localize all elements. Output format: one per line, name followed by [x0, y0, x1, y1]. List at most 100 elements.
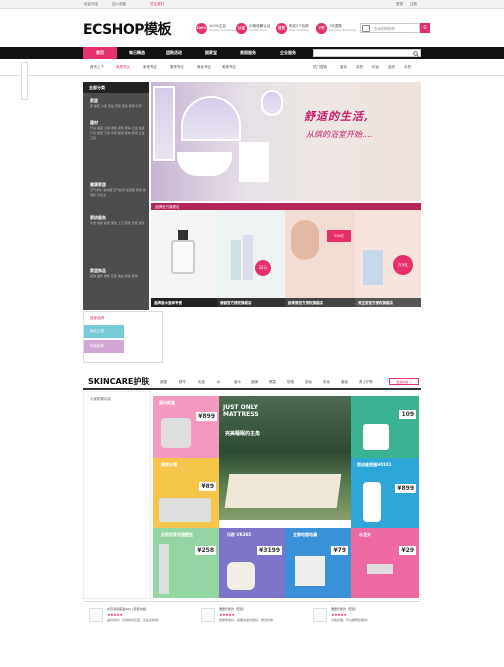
- product-tile[interactable]: JUST ONLY MATTRESS 完美睡眠的主角: [219, 396, 351, 520]
- tile-title: 全钢电镀地漏: [293, 532, 317, 537]
- product-tile[interactable]: 厨房水槽 ¥89: [153, 458, 219, 528]
- review-thumb[interactable]: [89, 608, 103, 622]
- register-link[interactable]: 注册: [410, 2, 417, 7]
- review-thumb[interactable]: [201, 608, 215, 622]
- floor-tab[interactable]: 卸妆: [305, 380, 312, 385]
- cert-icon: 认证: [236, 22, 247, 34]
- review-card[interactable]: 雅居乐新款（套装） ★★★★★ 价格合理，可以推荐给朋友！: [313, 606, 423, 644]
- brand-tab[interactable]: 推荐品牌: [84, 312, 124, 325]
- product-tile[interactable]: 水龙头 ¥29: [351, 528, 419, 598]
- banner-cabinet: [239, 142, 269, 182]
- floor-tab[interactable]: 彩妆: [323, 380, 330, 385]
- follow-us-link[interactable]: 关注我们: [150, 2, 164, 7]
- hot-search-item[interactable]: 连衣: [388, 65, 395, 70]
- tile-title: 厨房水槽: [161, 462, 177, 467]
- cart-label: 去我的购物车: [374, 26, 395, 31]
- product-tile[interactable]: 109: [351, 396, 419, 458]
- promo-perfume[interactable]: [151, 210, 217, 298]
- promo-caption[interactable]: 倩碧官方授权旗舰店: [217, 298, 285, 307]
- tile-subtitle: 完美睡眠的主角: [225, 431, 261, 437]
- review-text: 价格合理，可以推荐给朋友！: [331, 618, 371, 622]
- nav-daily[interactable]: 每日精选: [120, 47, 154, 59]
- floor-tab[interactable]: 男士护肤: [359, 380, 373, 385]
- badge-return: 7天 7天退换 Delivery Shipping: [316, 21, 356, 35]
- tile-price: ¥3199: [257, 546, 282, 555]
- hero-banner[interactable]: 舒适的生活, 从缤的浴室开始....: [151, 82, 421, 201]
- nav-beauty[interactable]: 美丽服务: [231, 47, 265, 59]
- promo-caption[interactable]: 资生堂官方授权旗舰店: [355, 298, 421, 307]
- promo-caption[interactable]: 品牌香水直邮专营: [151, 298, 217, 307]
- tile-price: ¥899: [196, 412, 217, 421]
- nav-home[interactable]: 首页: [83, 47, 117, 59]
- nav-home-treasure[interactable]: 图家宝: [194, 47, 228, 59]
- nav-search-input[interactable]: [313, 49, 421, 57]
- more-button[interactable]: 更多护肤 >: [389, 378, 419, 385]
- floor-tab[interactable]: 面膜: [251, 380, 258, 385]
- floor-tab[interactable]: 精华: [179, 380, 186, 385]
- promo-price: 32元: [255, 260, 271, 276]
- review-card[interactable]: 雅居乐新款（套装） ★★★★★ 质量非常好，客服态度也很好，物流也快: [201, 606, 311, 644]
- subnav-item[interactable]: 服饰专区: [170, 65, 184, 70]
- category-items[interactable]: 清洗 维修 搬家 保洁 上门 装修 安装 家政: [90, 221, 146, 226]
- badge-cert: 认证 ID致信解认证 Certification: [236, 21, 270, 35]
- subnav-item[interactable]: 家电专区: [143, 65, 157, 70]
- floor-tab[interactable]: 套装: [341, 380, 348, 385]
- badge-shipping: 退货 购买2个包邮 Free shipping: [276, 21, 309, 35]
- brand-row[interactable]: 新品上架: [84, 325, 124, 338]
- floor-tab[interactable]: 防晒: [287, 380, 294, 385]
- promo-loreal[interactable]: 328元: [285, 210, 355, 298]
- cart-icon: [362, 25, 370, 32]
- brand-row[interactable]: 热卖推荐: [84, 340, 124, 353]
- subnav-item[interactable]: 首页上个: [90, 65, 104, 70]
- review-card[interactable]: 北京墨镜保温(Kb) (安装书籍) ★★★★★ 是好评好！好用的好东西，还是全新…: [89, 606, 199, 644]
- hot-search-item[interactable]: 香奈: [340, 65, 347, 70]
- subnav-item[interactable]: 家居专区: [116, 65, 130, 70]
- nav-group[interactable]: 团购活动: [157, 47, 191, 59]
- hot-search-item[interactable]: 化妆: [372, 65, 379, 70]
- hot-search-item[interactable]: 耳机: [356, 65, 363, 70]
- review-product[interactable]: 北京墨镜保温(Kb) (安装书籍): [107, 607, 147, 611]
- promo-caption[interactable]: 欧莱雅官方授权旗舰店: [285, 298, 355, 307]
- tile-price: ¥29: [399, 546, 416, 555]
- cart-count[interactable]: 0: [420, 23, 430, 33]
- tile-price: ¥89: [199, 482, 216, 491]
- promo-price: 万元礼: [393, 255, 413, 275]
- site-logo[interactable]: ECSHOP模板: [83, 19, 172, 39]
- hot-search-item[interactable]: 手机: [404, 65, 411, 70]
- subnav-item[interactable]: 美妆专区: [197, 65, 211, 70]
- product-tile[interactable]: 全钢电镀地漏 ¥79: [285, 528, 351, 598]
- review-product[interactable]: 雅居乐新款（套装）: [331, 607, 358, 611]
- search-icon[interactable]: [413, 50, 419, 57]
- login-link[interactable]: 登录: [396, 2, 403, 7]
- product-tile[interactable]: 恒洁座便器H0101 ¥899: [351, 458, 419, 528]
- floor-tab[interactable]: 水: [217, 380, 221, 385]
- quality-icon: 100%: [196, 22, 207, 34]
- floor-tab[interactable]: 乳液: [198, 380, 205, 385]
- add-favorite-link[interactable]: 加入收藏: [112, 2, 126, 7]
- category-items[interactable]: 挂钟 摆件 相框 花瓶 烛台 香薰 壁饰: [90, 274, 146, 279]
- review-product[interactable]: 雅居乐新款（套装）: [219, 607, 246, 611]
- floor-tab[interactable]: 眼霜: [269, 380, 276, 385]
- promo-shiseido[interactable]: 万元礼: [355, 210, 421, 298]
- floor-tab[interactable]: 香水: [234, 380, 241, 385]
- category-items[interactable]: 床 被套 沙发 床品 家装 家具 装饰 灯饰: [90, 104, 146, 109]
- cart-box[interactable]: 去我的购物车 0: [360, 23, 430, 33]
- return-icon: 7天: [316, 22, 327, 34]
- review-thumb[interactable]: [313, 608, 327, 622]
- product-tile[interactable]: 面巾纸盒 ¥899: [153, 396, 219, 458]
- subnav-item[interactable]: 美食专区: [222, 65, 236, 70]
- welcome-text: 欢迎光临: [84, 2, 98, 6]
- tile-price: ¥258: [195, 546, 216, 555]
- product-tile[interactable]: 吉而世家花园壁挂 ¥258: [153, 528, 219, 598]
- review-text: 质量非常好，客服态度也很好，物流也快: [219, 618, 274, 622]
- nav-enterprise[interactable]: 企业服务: [268, 47, 308, 59]
- floor-tab[interactable]: 面霜: [160, 380, 167, 385]
- category-items[interactable]: 空气净化 净水器 空气检测 加湿器 按摩 除湿机 养生壶: [90, 188, 146, 198]
- side-toolbar[interactable]: [21, 62, 28, 100]
- promo-bar-label: 品牌官方旗舰店: [151, 203, 421, 210]
- product-tile[interactable]: 乐欧 UK385 ¥3199: [219, 528, 285, 598]
- banner-title: 舒适的生活,: [304, 110, 369, 123]
- category-items[interactable]: 开关 插座 卫浴 地板 瓷砖 厨房 五金 油漆 灯具 壁纸 门窗 吊顶 暖通 家…: [90, 126, 146, 141]
- brand-promo: 品牌官方旗舰店 32元 328元 万元礼 品牌香水直邮专营 倩碧官方授权旗舰店 …: [151, 203, 421, 307]
- promo-clinique[interactable]: 32元: [217, 210, 285, 298]
